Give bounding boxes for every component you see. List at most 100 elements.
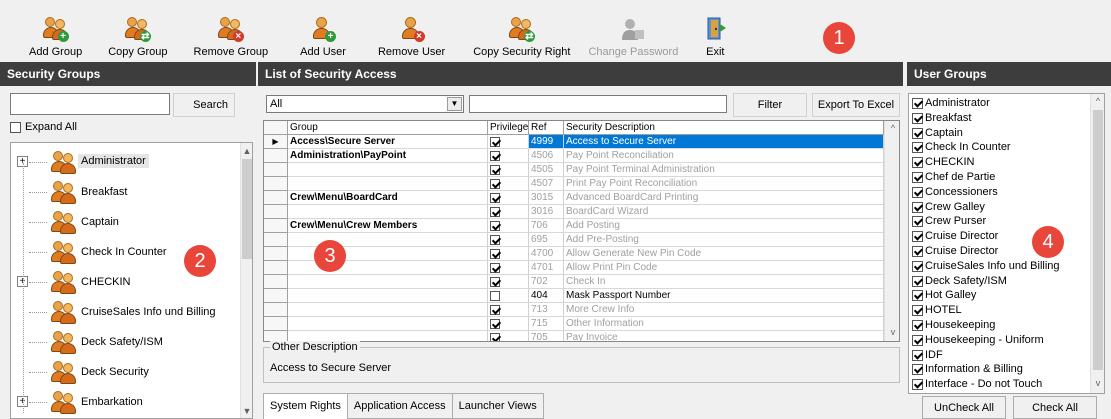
ug-scroll-down-icon[interactable]: v bbox=[1090, 378, 1104, 388]
add-user-button[interactable]: + Add User bbox=[291, 4, 355, 60]
uncheck-all-button[interactable]: UnCheck All bbox=[922, 396, 1006, 419]
tree-item[interactable]: Deck Safety/ISM bbox=[11, 327, 241, 357]
copy-security-right-button[interactable]: ⇄ Copy Security Right bbox=[464, 4, 579, 60]
grid-scroll-down-icon[interactable]: v bbox=[885, 327, 899, 337]
row-header[interactable] bbox=[264, 317, 288, 331]
filter-button[interactable]: Filter bbox=[733, 93, 807, 117]
user-group-checkbox[interactable] bbox=[912, 231, 923, 243]
privilege-checkbox[interactable] bbox=[490, 150, 500, 161]
table-row[interactable]: Administration\PayPoint 4506 Pay Point Rec… bbox=[264, 149, 884, 163]
privilege-checkbox[interactable] bbox=[490, 178, 500, 189]
user-group-item[interactable]: Check In Counter bbox=[912, 140, 1011, 155]
user-group-checkbox[interactable] bbox=[912, 275, 923, 287]
user-group-checkbox[interactable] bbox=[912, 201, 923, 213]
privilege-checkbox[interactable] bbox=[490, 234, 500, 245]
tab-system-rights[interactable]: System Rights bbox=[263, 393, 348, 419]
row-header[interactable] bbox=[264, 191, 288, 205]
exit-button[interactable]: Exit bbox=[693, 4, 737, 60]
user-group-checkbox[interactable] bbox=[912, 142, 923, 154]
user-group-item[interactable]: Interface - Do not Touch bbox=[912, 377, 1042, 392]
privilege-checkbox[interactable] bbox=[490, 164, 500, 175]
table-row[interactable]: 404 Mask Passport Number bbox=[264, 289, 884, 303]
user-group-checkbox[interactable] bbox=[912, 98, 923, 109]
column-header[interactable]: Privilege bbox=[488, 121, 529, 135]
user-group-item[interactable]: IDF bbox=[912, 348, 943, 363]
row-header[interactable] bbox=[264, 289, 288, 303]
tree-item[interactable]: Captain bbox=[11, 207, 241, 237]
table-row[interactable]: ▶ Access\Secure Server 4999 Access to Secur… bbox=[264, 135, 884, 149]
user-group-item[interactable]: CHECKIN bbox=[912, 155, 975, 170]
ug-scroll-up-icon[interactable]: ^ bbox=[1090, 96, 1104, 106]
group-filter-combo[interactable]: All ▼ bbox=[266, 95, 464, 113]
table-row[interactable]: 702 Check In bbox=[264, 275, 884, 289]
user-group-item[interactable]: Information & Billing bbox=[912, 362, 1023, 377]
privilege-checkbox[interactable] bbox=[490, 276, 500, 287]
scroll-up-icon[interactable]: ▲ bbox=[239, 146, 252, 156]
user-groups-scrollbar[interactable]: ^ v bbox=[1090, 94, 1104, 393]
user-group-item[interactable]: Deck Safety/ISM bbox=[912, 274, 1007, 289]
user-group-checkbox[interactable] bbox=[912, 260, 923, 272]
column-header[interactable]: Ref bbox=[529, 121, 564, 135]
user-group-checkbox[interactable] bbox=[912, 364, 923, 376]
user-group-checkbox[interactable] bbox=[912, 334, 923, 346]
expand-all-checkbox[interactable] bbox=[10, 121, 21, 133]
tab-launcher-views[interactable]: Launcher Views bbox=[452, 393, 544, 419]
tree-item[interactable]: + Administrator bbox=[11, 147, 241, 177]
remove-group-button[interactable]: × Remove Group bbox=[185, 4, 278, 60]
chevron-down-icon[interactable]: ▼ bbox=[447, 97, 462, 111]
user-group-checkbox[interactable] bbox=[912, 157, 923, 169]
ug-scroll-thumb[interactable] bbox=[1093, 110, 1103, 370]
privilege-checkbox[interactable] bbox=[490, 262, 500, 273]
tree-scrollbar[interactable]: ▲ ▼ bbox=[239, 143, 252, 418]
table-row[interactable]: 715 Other Information bbox=[264, 317, 884, 331]
search-button[interactable]: Search bbox=[173, 93, 235, 117]
user-group-item[interactable]: Housekeeping bbox=[912, 318, 995, 333]
user-group-item[interactable]: Housekeeping - Uniform bbox=[912, 333, 1044, 348]
table-row[interactable]: Crew\Menu\BoardCard 3015 Advanced BoardCar… bbox=[264, 191, 884, 205]
row-header[interactable] bbox=[264, 163, 288, 177]
row-header[interactable]: ▶ bbox=[264, 135, 288, 149]
table-row[interactable]: 3016 BoardCard Wizard bbox=[264, 205, 884, 219]
user-group-item[interactable]: Captain bbox=[912, 126, 963, 141]
user-group-item[interactable]: Chef de Partie bbox=[912, 170, 995, 185]
user-group-checkbox[interactable] bbox=[912, 127, 923, 139]
tab-application-access[interactable]: Application Access bbox=[347, 393, 453, 419]
row-header[interactable] bbox=[264, 177, 288, 191]
user-group-item[interactable]: Crew Purser bbox=[912, 214, 986, 229]
privilege-checkbox[interactable] bbox=[490, 248, 500, 259]
filter-input[interactable] bbox=[469, 95, 727, 113]
column-header[interactable]: Security Description bbox=[564, 121, 884, 135]
user-group-checkbox[interactable] bbox=[912, 172, 923, 183]
add-group-button[interactable]: + Add Group bbox=[20, 4, 91, 60]
table-row[interactable]: 4700 Allow Generate New Pin Code bbox=[264, 247, 884, 261]
privilege-checkbox[interactable] bbox=[490, 304, 500, 315]
row-header[interactable] bbox=[264, 219, 288, 233]
tree-scroll-thumb[interactable] bbox=[242, 159, 252, 259]
tree-item[interactable]: + Embarkation bbox=[11, 387, 241, 417]
user-group-item[interactable]: CruiseSales Info und Billing bbox=[912, 259, 1060, 274]
user-group-item[interactable]: Hot Galley bbox=[912, 288, 976, 303]
table-row[interactable]: 4701 Allow Print Pin Code bbox=[264, 261, 884, 275]
user-group-item[interactable]: Breakfast bbox=[912, 111, 971, 126]
user-group-item[interactable]: Cruise Director bbox=[912, 229, 998, 244]
group-search-input[interactable] bbox=[10, 93, 170, 115]
table-row[interactable]: 695 Add Pre-Posting bbox=[264, 233, 884, 247]
copy-group-button[interactable]: ⇄ Copy Group bbox=[99, 4, 176, 60]
privilege-checkbox[interactable] bbox=[490, 332, 500, 341]
table-row[interactable]: 4505 Pay Point Terminal Administration bbox=[264, 163, 884, 177]
scroll-down-icon[interactable]: ▼ bbox=[239, 406, 252, 416]
grid-scroll-up-icon[interactable]: ^ bbox=[885, 123, 899, 133]
user-group-item[interactable]: Concessioners bbox=[912, 185, 998, 200]
row-header[interactable] bbox=[264, 261, 288, 275]
row-header[interactable] bbox=[264, 303, 288, 317]
privilege-checkbox[interactable] bbox=[490, 318, 500, 329]
user-group-item[interactable]: Crew Galley bbox=[912, 200, 985, 215]
tree-item[interactable]: CruiseSales Info und Billing bbox=[11, 297, 241, 327]
user-group-item[interactable]: Administrator bbox=[912, 96, 990, 111]
privilege-checkbox[interactable] bbox=[490, 206, 500, 217]
user-group-checkbox[interactable] bbox=[912, 246, 923, 257]
user-group-checkbox[interactable] bbox=[912, 320, 923, 331]
export-to-excel-button[interactable]: Export To Excel bbox=[812, 93, 900, 117]
user-group-checkbox[interactable] bbox=[912, 112, 923, 124]
privilege-checkbox[interactable] bbox=[490, 220, 500, 231]
